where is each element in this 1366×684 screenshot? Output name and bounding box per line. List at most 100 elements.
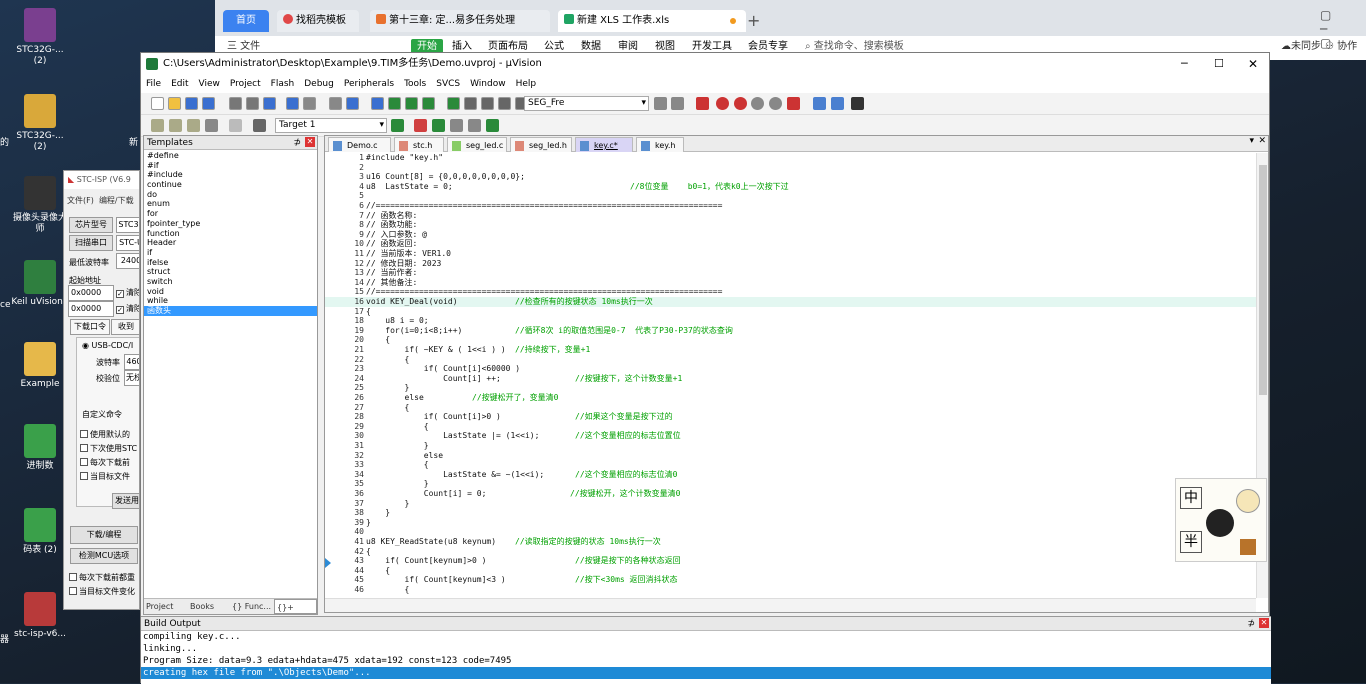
toolbar-icon[interactable]	[246, 97, 259, 110]
templates-footer-tab[interactable]: {}+ Temp...	[274, 599, 317, 628]
toolbar-icon[interactable]	[447, 97, 460, 110]
wps-tab-xls[interactable]: 新建 XLS 工作表.xls	[558, 10, 746, 32]
code-line[interactable]: 42{	[325, 547, 1257, 557]
code-line[interactable]: 39}	[325, 518, 1257, 528]
code-line[interactable]: 33 {	[325, 460, 1257, 470]
close-icon[interactable]: ✕	[1248, 53, 1258, 75]
code-line[interactable]: 3 u16 Count[8] = {0,0,0,0,0,0,0,0};	[325, 172, 1257, 182]
template-item[interactable]: #include	[144, 170, 317, 180]
toolbar-icon[interactable]	[751, 97, 764, 110]
port-select[interactable]: STC-U	[116, 235, 139, 251]
build-icon[interactable]	[151, 119, 164, 132]
new-tab-plus-icon[interactable]: +	[747, 10, 760, 32]
template-item[interactable]: 函数头	[144, 306, 317, 316]
code-line[interactable]: 8// 函数功能:	[325, 220, 1257, 230]
code-line[interactable]: 46 {	[325, 585, 1257, 595]
target-options-icon[interactable]	[432, 119, 445, 132]
opt-default[interactable]: 使用默认的	[80, 429, 130, 440]
build-icon[interactable]	[253, 119, 266, 132]
toolbar-icon[interactable]	[813, 97, 826, 110]
toolbar-icon[interactable]	[286, 97, 299, 110]
maximize-icon[interactable]: ☐	[1214, 53, 1224, 75]
start-address-input-2[interactable]: 0x0000	[68, 301, 114, 317]
toolbar-icon[interactable]	[671, 97, 684, 110]
parity-select[interactable]: 无校	[124, 370, 139, 386]
toolbar-icon[interactable]	[481, 97, 494, 110]
toolbar-icon[interactable]	[464, 97, 477, 110]
code-line[interactable]: 4 u8 LastState = 0; //8位变量 b0=1，代表k0上一次按下过	[325, 182, 1257, 192]
editor-tab[interactable]: seg_led.c	[447, 137, 507, 152]
target-options-icon[interactable]	[414, 119, 427, 132]
template-item[interactable]: fpointer_type	[144, 219, 317, 229]
code-line[interactable]: 2	[325, 163, 1257, 173]
desktop-icon[interactable]: STC32G-... (2)	[10, 8, 70, 67]
desktop-icon[interactable]: 进制数	[10, 424, 70, 472]
tab-list-icon[interactable]: ▾	[1249, 136, 1254, 146]
desktop-icon[interactable]: Example	[10, 342, 70, 390]
code-line[interactable]: 34 LastState &= ~(1<<i); //这个变量相应的标志位清0	[325, 470, 1257, 480]
minimize-icon[interactable]: ─	[1181, 53, 1188, 75]
code-line[interactable]: 40	[325, 527, 1257, 537]
template-item[interactable]: #define	[144, 151, 317, 161]
toolbar-icon[interactable]	[151, 97, 164, 110]
template-item[interactable]: if	[144, 248, 317, 258]
target-options-icon[interactable]	[486, 119, 499, 132]
function-combo[interactable]: SEG_Fre ▾	[524, 96, 649, 111]
code-line[interactable]: 29 {	[325, 422, 1257, 432]
code-line[interactable]: 21 if( ~KEY & ( 1<<i ) ) //持续按下，变量+1	[325, 345, 1257, 355]
clear-checkbox-2[interactable]: ✓清除	[116, 303, 139, 314]
vertical-scroll-thumb[interactable]	[1259, 165, 1267, 395]
toolbar-icon[interactable]	[851, 97, 864, 110]
editor-tab[interactable]: seg_led.h	[510, 137, 572, 152]
target-combo[interactable]: Target 1 ▾	[275, 118, 387, 133]
code-line[interactable]: 41 u8 KEY_ReadState(u8 keynum) //读取指定的按键的状…	[325, 537, 1257, 547]
menu-help[interactable]: Help	[511, 75, 542, 93]
start-address-input-1[interactable]: 0x0000	[68, 285, 114, 301]
code-line[interactable]: 22 {	[325, 355, 1257, 365]
desktop-icon[interactable]: STC32G-... (2)	[10, 94, 70, 153]
stc-menu-program[interactable]: 编程/下载	[99, 196, 134, 205]
toolbar-icon[interactable]	[371, 97, 384, 110]
code-line[interactable]: 44 {	[325, 566, 1257, 576]
code-line[interactable]: 32 else	[325, 451, 1257, 461]
desktop-icon[interactable]: stc-isp-v6...	[10, 592, 70, 640]
horizontal-scrollbar[interactable]	[325, 598, 1256, 612]
build-icon[interactable]	[205, 119, 218, 132]
target-options-icon[interactable]	[391, 119, 404, 132]
usb-radio[interactable]: ◉ USB-CDC/I	[82, 341, 133, 350]
build-icon[interactable]	[169, 119, 182, 132]
code-line[interactable]: 6//=====================================…	[325, 201, 1257, 211]
scan-port-button[interactable]: 扫描串口	[69, 235, 113, 251]
menu-window[interactable]: Window	[465, 75, 511, 93]
pin-icon[interactable]: ⊅	[293, 136, 301, 150]
target-options-icon[interactable]	[450, 119, 463, 132]
pin-icon[interactable]: ⊅	[1247, 617, 1255, 631]
detect-mcu-button[interactable]: 检测MCU选项	[70, 548, 138, 564]
code-line[interactable]: 17{	[325, 307, 1257, 317]
wps-tab-doc[interactable]: 第十三章: 定...易多任务处理	[370, 10, 550, 32]
toolbar-icon[interactable]	[696, 97, 709, 110]
toolbar-icon[interactable]	[346, 97, 359, 110]
opt-reload-each[interactable]: 每次下载前都重	[69, 572, 135, 583]
code-line[interactable]: 36 Count[i] = 0; //按键松开，这个计数变量清0	[325, 489, 1257, 499]
menu-edit[interactable]: Edit	[166, 75, 193, 93]
opt-each[interactable]: 每次下载前	[80, 457, 130, 468]
menu-flash[interactable]: Flash	[266, 75, 300, 93]
download-program-button[interactable]: 下载/编程	[70, 526, 138, 544]
menu-peripherals[interactable]: Peripherals	[339, 75, 399, 93]
desktop-icon[interactable]: 摄像头录像大 师	[10, 176, 70, 235]
menu-debug[interactable]: Debug	[299, 75, 339, 93]
menu-view[interactable]: View	[194, 75, 225, 93]
code-line[interactable]: 19 for(i=0;i<8;i++) //循环8次 i的取值范围是0-7 代表了…	[325, 326, 1257, 336]
code-line[interactable]: 25 }	[325, 383, 1257, 393]
code-line[interactable]: 28 if( Count[i]>0 ) //如果这个变量是按下过的	[325, 412, 1257, 422]
toolbar-icon[interactable]	[229, 97, 242, 110]
code-line[interactable]: 38 }	[325, 508, 1257, 518]
tab-receive[interactable]: 收到	[111, 319, 139, 335]
toolbar-icon[interactable]	[329, 97, 342, 110]
editor-tab[interactable]: key.c*	[575, 137, 633, 152]
chip-model-button[interactable]: 芯片型号	[69, 217, 113, 233]
code-line[interactable]: 27 {	[325, 403, 1257, 413]
code-line[interactable]: 7// 函数名称:	[325, 211, 1257, 221]
tab-close-icon[interactable]: ✕	[1258, 136, 1266, 146]
